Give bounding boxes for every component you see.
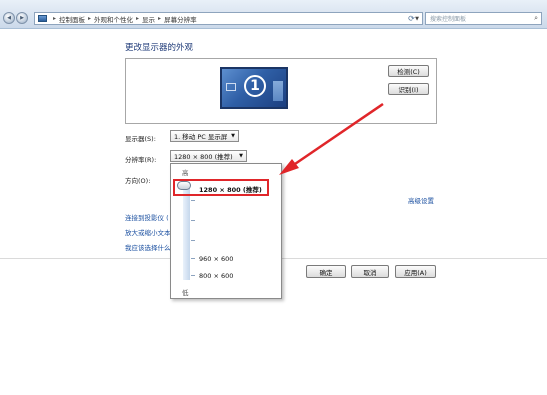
red-arrow-line bbox=[291, 102, 384, 168]
red-arrow-annotation bbox=[279, 102, 384, 175]
red-arrow-head bbox=[279, 159, 299, 175]
